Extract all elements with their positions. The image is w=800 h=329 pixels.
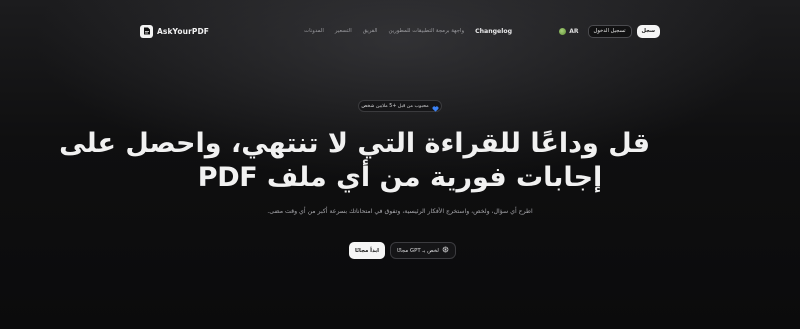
- top-navbar: AskYourPDF المدونات التسعير الفريق واجهة…: [140, 21, 660, 41]
- pdf-logo-icon: [140, 24, 153, 38]
- hero-heading-line-1: قل وداعًا للقراءة التي لا تنتهي، واحصل ع…: [59, 128, 650, 159]
- signup-button[interactable]: سجل: [636, 24, 660, 38]
- login-button[interactable]: تسجيل الدخول: [587, 24, 632, 38]
- nav-link-team[interactable]: الفريق: [363, 28, 378, 34]
- language-label: AR: [569, 27, 579, 35]
- nav-link-blogs[interactable]: المدونات: [304, 28, 324, 34]
- language-switcher[interactable]: AR: [559, 27, 579, 35]
- brand[interactable]: AskYourPDF: [140, 24, 210, 38]
- nav-link-developer-api[interactable]: واجهة برمجة التطبيقات للمطورين: [389, 28, 465, 34]
- page: AskYourPDF المدونات التسعير الفريق واجهة…: [0, 0, 800, 329]
- nav-link-pricing[interactable]: التسعير: [335, 28, 352, 34]
- summarize-gpt-button[interactable]: لخص بـ GPT مجانًا: [390, 242, 456, 259]
- hero-heading: قل وداعًا للقراءة التي لا تنتهي، واحصل ع…: [59, 127, 650, 195]
- hero-heading-line-2: إجابات فورية من أي ملف PDF: [197, 162, 603, 193]
- cta-group: ابدأ مجانًا لخص بـ GPT مجانًا: [349, 242, 456, 259]
- badge-text: محبوب من قبل +5 ملايين شخص: [361, 103, 429, 109]
- hero-subtext: اطرح أي سؤال، ولخص، واستخرج الأفكار الرئ…: [267, 208, 533, 215]
- globe-flag-icon: [559, 27, 567, 35]
- social-proof-badge: محبوب من قبل +5 ملايين شخص: [358, 100, 442, 112]
- brand-name: AskYourPDF: [157, 26, 210, 36]
- summarize-gpt-label: لخص بـ GPT مجانًا: [397, 247, 439, 254]
- openai-icon: [442, 246, 449, 255]
- nav-link-changelog[interactable]: Changelog: [475, 28, 512, 35]
- nav-links: المدونات التسعير الفريق واجهة برمجة التط…: [304, 21, 512, 41]
- header-actions: AR تسجيل الدخول سجل: [559, 21, 660, 41]
- start-free-button[interactable]: ابدأ مجانًا: [349, 242, 386, 259]
- heart-icon: [432, 97, 439, 116]
